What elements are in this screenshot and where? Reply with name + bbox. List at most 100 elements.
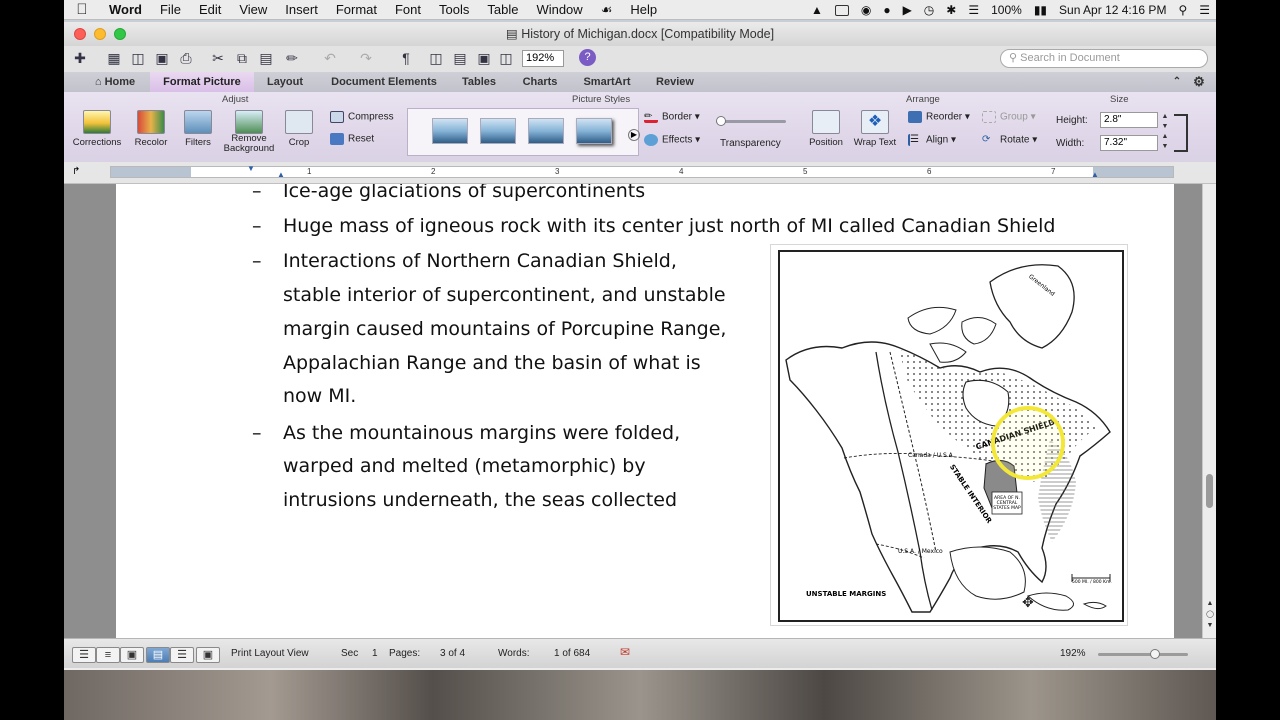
menu-datetime[interactable]: Sun Apr 12 4:16 PM (1053, 3, 1172, 17)
page-navigation-arrows[interactable]: ▲ ◯ ▼ (1205, 598, 1215, 631)
transparency-slider-knob[interactable] (716, 116, 726, 126)
menu-format[interactable]: Format (327, 2, 386, 17)
drive-icon[interactable]: ▲ (805, 3, 829, 17)
reorder-button[interactable]: Reorder ▾ (908, 111, 970, 123)
recolor-button[interactable]: Recolor (126, 110, 176, 148)
picture-style-4[interactable] (576, 118, 612, 144)
menu-view[interactable]: View (230, 2, 276, 17)
effects-button[interactable]: Effects ▾ (644, 134, 700, 146)
clock-icon[interactable]: ◷ (918, 3, 940, 17)
bullet-text[interactable]: Interactions of Northern Canadian Shield… (283, 250, 677, 272)
format-painter-icon[interactable]: ✏ (282, 49, 302, 68)
menu-font[interactable]: Font (386, 2, 430, 17)
tab-charts[interactable]: Charts (514, 72, 566, 92)
menu-help[interactable]: Help (621, 2, 666, 17)
crop-button[interactable]: Crop (276, 110, 322, 148)
zoom-select[interactable]: 192% (522, 50, 564, 67)
search-input[interactable]: ⚲ Search in Document (1000, 49, 1208, 68)
bullet-text[interactable]: margin caused mountains of Porcupine Ran… (283, 318, 726, 340)
paste-icon[interactable]: ▤ (256, 49, 276, 68)
wrap-text-button[interactable]: ❖ Wrap Text (852, 110, 898, 148)
tab-smartart[interactable]: SmartArt (576, 72, 638, 92)
gallery-next-icon[interactable]: ▶ (628, 129, 640, 141)
first-line-indent-marker[interactable]: ▼ (247, 164, 255, 173)
tab-tables[interactable]: Tables (452, 72, 506, 92)
open-icon[interactable]: ◫ (128, 49, 148, 68)
view-options-icon[interactable]: ◫ (496, 49, 516, 68)
picture-style-1[interactable] (432, 118, 468, 144)
battery-icon[interactable]: ▮▮ (1028, 3, 1053, 17)
notification-center-icon[interactable]: ☰ (1193, 3, 1216, 17)
copy-icon[interactable]: ⧉ (232, 49, 252, 68)
reset-button[interactable]: Reset (330, 133, 374, 145)
border-button[interactable]: ✏ Border ▾ (644, 111, 700, 123)
toolbox-icon[interactable]: ▤ (450, 49, 470, 68)
sidebar-icon[interactable]: ◫ (426, 49, 446, 68)
menu-window[interactable]: Window (527, 2, 591, 17)
align-button[interactable]: ☰ Align ▾ (908, 134, 956, 146)
lock-aspect-ratio-icon[interactable] (1174, 114, 1188, 152)
tab-document-elements[interactable]: Document Elements (322, 72, 446, 92)
draft-view-button[interactable]: ☰ (72, 647, 96, 663)
tab-home[interactable]: ⌂ Home (84, 72, 146, 92)
ruler-scale[interactable]: 1 2 3 4 5 6 7 ▼ ▲ ▲ (110, 164, 1174, 179)
minimize-window-button[interactable] (94, 28, 106, 40)
tab-layout[interactable]: Layout (256, 72, 314, 92)
proofing-error-icon[interactable]: ✉ (620, 645, 630, 659)
right-indent-marker[interactable]: ▲ (1091, 170, 1099, 179)
wifi-icon[interactable]: ☰ (962, 3, 985, 17)
outline-view-button[interactable]: ≡ (96, 647, 120, 663)
bullet-text[interactable]: Huge mass of igneous rock with its cente… (283, 215, 1055, 237)
redo-icon[interactable]: ↷ (356, 49, 376, 68)
bullet-text[interactable]: Appalachian Range and the basin of what … (283, 352, 701, 374)
bullet-text[interactable]: stable interior of supercontinent, and u… (283, 284, 726, 306)
position-button[interactable]: Position (804, 110, 848, 148)
hanging-indent-marker[interactable]: ▲ (277, 170, 285, 179)
focus-view-button[interactable]: ▣ (196, 647, 220, 663)
selected-picture[interactable]: Greenland CANADIAN SHIELD Canada / U.S.A… (770, 244, 1128, 626)
menu-table[interactable]: Table (478, 2, 527, 17)
horizontal-ruler[interactable]: ↱ 1 2 3 4 5 6 7 ▼ ▲ ▲ (64, 162, 1216, 184)
zoom-slider-knob[interactable] (1150, 649, 1160, 659)
display-icon[interactable] (829, 3, 855, 17)
size-steppers[interactable]: ▲ ▼ ▲ ▼ (1160, 112, 1170, 152)
print-icon[interactable]: ⎙ (176, 49, 196, 68)
ribbon-settings-gear-icon[interactable]: ⚙ (1188, 72, 1210, 92)
notebook-view-button[interactable]: ☰ (170, 647, 194, 663)
record-icon[interactable]: ● (877, 3, 896, 17)
vertical-scrollbar[interactable]: ▲ ◯ ▼ (1202, 184, 1216, 660)
bullet-text[interactable]: Ice-age glaciations of supercontinents (283, 184, 645, 202)
picture-style-2[interactable] (480, 118, 516, 144)
rotate-button[interactable]: ⟳ Rotate ▾ (982, 134, 1037, 146)
new-document-icon[interactable]: ✚ (70, 49, 90, 68)
eye-icon[interactable]: ◉ (855, 3, 877, 17)
media-browser-icon[interactable]: ▣ (474, 49, 494, 68)
vertical-scrollbar-thumb[interactable] (1206, 474, 1213, 508)
bullet-text[interactable]: now MI. (283, 385, 356, 407)
play-icon[interactable]: ▶ (897, 3, 918, 17)
compress-button[interactable]: Compress (330, 111, 394, 123)
save-icon[interactable]: ▣ (152, 49, 172, 68)
menu-insert[interactable]: Insert (276, 2, 327, 17)
picture-style-3[interactable] (528, 118, 564, 144)
templates-icon[interactable]: ▦ (104, 49, 124, 68)
spotlight-icon[interactable]: ⚲ (1172, 3, 1193, 17)
menu-edit[interactable]: Edit (190, 2, 230, 17)
menu-app-name[interactable]: Word (100, 2, 151, 17)
show-formatting-icon[interactable]: ¶ (396, 49, 416, 68)
remove-background-button[interactable]: Remove Background (222, 110, 276, 154)
tab-review[interactable]: Review (648, 72, 702, 92)
menu-tools[interactable]: Tools (430, 2, 478, 17)
bluetooth-icon[interactable]: ✱ (940, 3, 962, 17)
bullet-text[interactable]: intrusions underneath, the seas collecte… (283, 489, 677, 511)
filters-button[interactable]: Filters (174, 110, 222, 148)
print-layout-view-button[interactable]: ▤ (146, 647, 170, 663)
publishing-layout-view-button[interactable]: ▣ (120, 647, 144, 663)
close-window-button[interactable] (74, 28, 86, 40)
corrections-button[interactable]: Corrections (70, 110, 124, 148)
tab-stop-selector-icon[interactable]: ↱ (72, 166, 80, 177)
menu-file[interactable]: File (151, 2, 190, 17)
group-button[interactable]: Group ▾ (982, 111, 1036, 123)
cut-icon[interactable]: ✂ (208, 49, 228, 68)
undo-icon[interactable]: ↶ (320, 49, 340, 68)
